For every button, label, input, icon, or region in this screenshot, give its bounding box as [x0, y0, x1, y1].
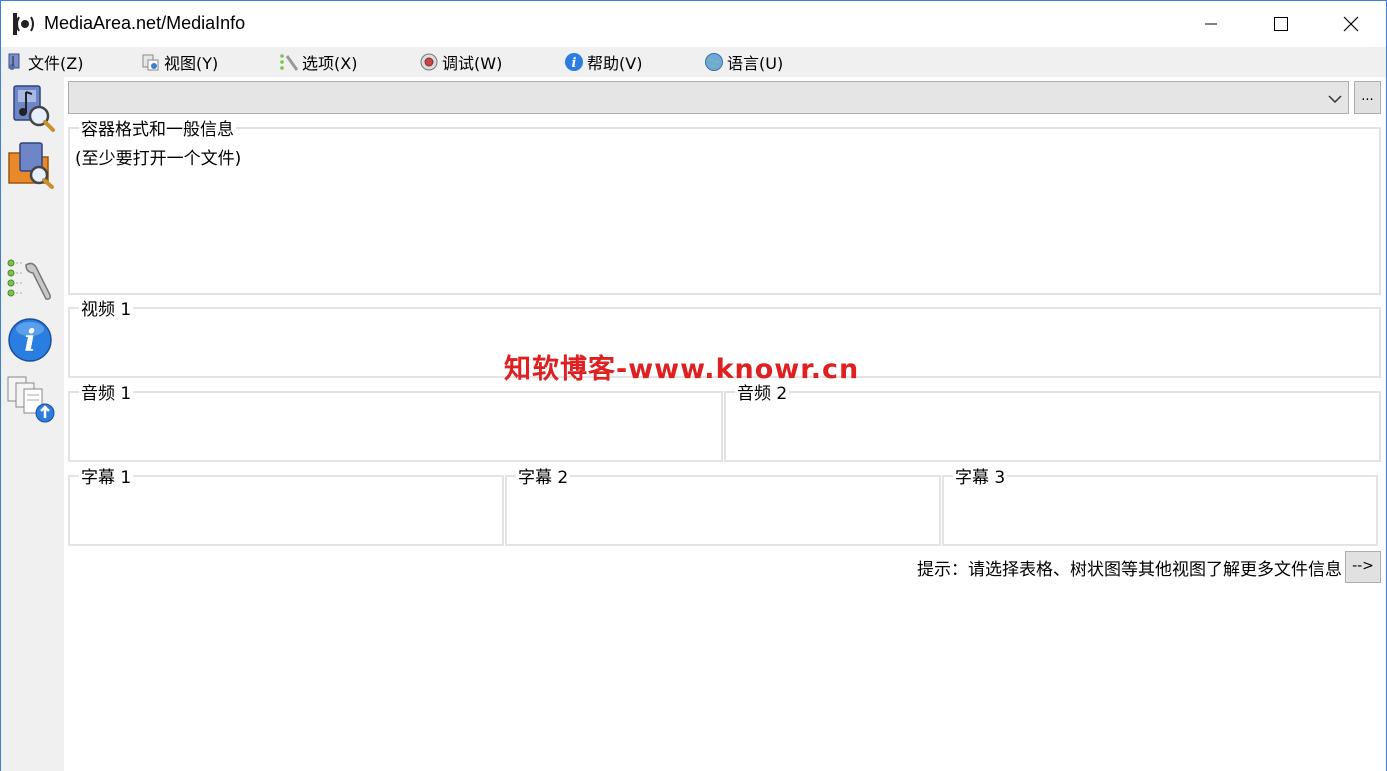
menu-options-label: 选项(X): [302, 54, 358, 73]
general-info-group: 容器格式和一般信息 (至少要打开一个文件): [68, 120, 1381, 295]
app-window: MediaArea.net/MediaInfo 文件(Z) 视图(Y) 选项(X…: [0, 0, 1387, 771]
menu-file[interactable]: 文件(Z): [5, 50, 83, 74]
open-folder-icon: [8, 142, 54, 189]
menu-help-label: 帮助(V): [587, 54, 643, 73]
about-button[interactable]: i: [6, 315, 56, 365]
open-file-button[interactable]: [6, 82, 56, 132]
close-icon: [1343, 16, 1359, 32]
subtitle1-label: 字幕 1: [79, 468, 134, 488]
video1-label: 视频 1: [79, 300, 134, 320]
window-title: MediaArea.net/MediaInfo: [44, 13, 246, 33]
language-globe-icon: [704, 52, 724, 72]
options-icon: [279, 52, 299, 72]
audio1-label: 音频 1: [79, 384, 134, 404]
help-icon: i: [564, 52, 584, 72]
export-button[interactable]: [6, 373, 56, 423]
browse-button[interactable]: ...: [1354, 81, 1381, 114]
menu-file-label: 文件(Z): [28, 54, 84, 73]
menu-view[interactable]: 视图(Y): [141, 50, 218, 74]
subtitle2-group: 字幕 2: [505, 468, 941, 546]
maximize-button[interactable]: [1246, 1, 1316, 47]
general-info-label: 容器格式和一般信息: [79, 120, 236, 140]
preferences-icon: [7, 259, 51, 300]
hint-text: 提示：请选择表格、树状图等其他视图了解更多文件信息: [917, 560, 1342, 580]
audio1-group: 音频 1: [68, 384, 723, 462]
svg-text:i: i: [572, 56, 577, 71]
open-folder-button[interactable]: [6, 139, 56, 189]
chevron-down-icon: [1328, 91, 1342, 105]
general-info-text: (至少要打开一个文件): [75, 149, 242, 169]
export-icon: [7, 376, 55, 423]
menu-help[interactable]: i 帮助(V): [564, 50, 642, 74]
audio2-label: 音频 2: [735, 384, 790, 404]
menu-debug-label: 调试(W): [442, 54, 503, 73]
preferences-button[interactable]: [6, 257, 56, 307]
menu-view-label: 视图(Y): [164, 54, 219, 73]
svg-text:i: i: [24, 324, 35, 359]
menu-bar: 文件(Z) 视图(Y) 选项(X) 调试(W) i 帮助(V) 语言(U): [1, 47, 1386, 77]
side-toolbar: i: [1, 77, 64, 771]
audio2-group: 音频 2: [724, 384, 1381, 462]
maximize-icon: [1274, 17, 1288, 31]
subtitle1-group: 字幕 1: [68, 468, 504, 546]
title-bar[interactable]: MediaArea.net/MediaInfo: [1, 1, 1386, 47]
debug-icon: [419, 52, 439, 72]
main-content: ... 容器格式和一般信息 (至少要打开一个文件) 视频 1 音频 1 音频 2…: [64, 77, 1386, 771]
minimize-icon: [1205, 23, 1217, 25]
menu-language[interactable]: 语言(U): [704, 50, 783, 74]
menu-debug[interactable]: 调试(W): [419, 50, 502, 74]
close-button[interactable]: [1316, 1, 1386, 47]
mediainfo-logo-icon: [12, 12, 38, 36]
subtitle3-label: 字幕 3: [953, 468, 1008, 488]
about-info-icon: i: [8, 318, 52, 362]
menu-language-label: 语言(U): [727, 54, 784, 73]
minimize-button[interactable]: [1176, 1, 1246, 47]
watermark-text: 知软博客-www.knowr.cn: [504, 354, 860, 385]
view-icon: [141, 52, 161, 72]
subtitle2-label: 字幕 2: [516, 468, 571, 488]
open-file-icon: [13, 85, 55, 132]
file-open-icon: [5, 52, 25, 72]
next-view-button[interactable]: -->: [1345, 551, 1381, 583]
subtitle3-group: 字幕 3: [942, 468, 1378, 546]
file-selector-dropdown[interactable]: [68, 81, 1349, 114]
menu-options[interactable]: 选项(X): [279, 50, 357, 74]
